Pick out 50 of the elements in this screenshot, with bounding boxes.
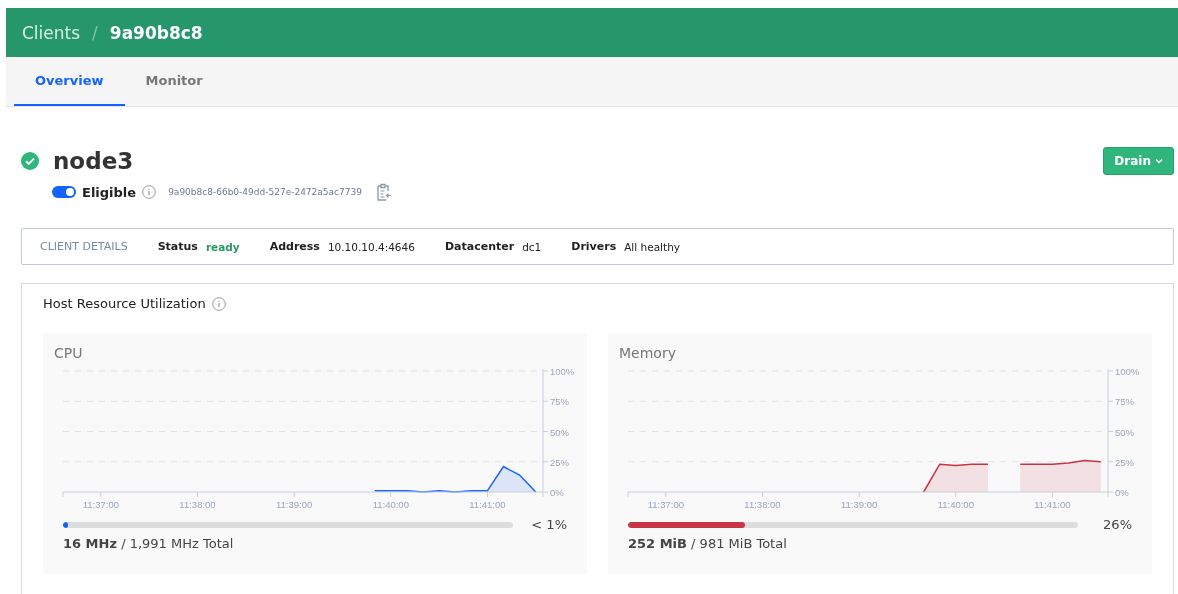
x-tick-label: 11:41:00 [1034,499,1071,510]
usage-percent: 26% [1103,517,1132,532]
breadcrumb-link[interactable]: 9a90b8c8 [109,22,203,43]
x-tick-label: 11:38:00 [179,499,216,510]
detail-label: Drivers [571,240,617,253]
detail-value: ready [205,240,240,253]
x-tick-label: 11:38:00 [744,499,781,510]
usage-percent: < 1% [531,517,567,532]
detail-label: Datacenter [444,240,515,253]
x-tick-label: 11:40:00 [372,499,409,510]
panel-title: CPU [53,344,84,361]
y-tick-label: 75% [550,396,569,408]
breadcrumb-separator: / [92,22,98,43]
eligibility-toggle[interactable] [52,186,76,198]
node-id: 9a90b8c8-66b0-49dd-527e-2472a5ac7739 [168,187,362,197]
caret-icon [1155,158,1163,164]
detail-label: Status [157,240,198,253]
panel-title: Memory [618,344,677,361]
clipboard-icon[interactable] [375,183,392,201]
x-tick-label: 11:39:00 [276,499,313,510]
detail-value: dc1 [522,240,542,253]
y-tick-label: 25% [550,456,569,468]
y-tick-label: 100% [550,366,575,377]
y-tick-label: 75% [1115,396,1134,408]
node-title: node3 [53,148,134,174]
y-tick-label: 100% [1115,366,1140,377]
x-tick-label: 11:40:00 [937,499,974,510]
x-tick-label: 11:37:00 [647,499,684,510]
info-icon[interactable] [142,185,157,199]
card-title: Host Resource Utilization [43,296,206,311]
x-tick-label: 11:37:00 [82,499,119,510]
breadcrumb-link[interactable]: Clients [22,22,81,43]
y-tick-label: 0% [550,487,564,498]
detail-label: Address [269,240,320,253]
usage-text: 252 MiB / 981 MiB Total [628,536,788,551]
usage-text: 16 MHz / 1,991 MHz Total [63,536,235,551]
section-title: CLIENT DETAILS [40,240,128,253]
y-tick-label: 50% [550,426,569,438]
detail-value: All healthy [624,240,680,253]
eligibility-label: Eligible [82,184,137,200]
detail-value: 10.10.10.4:4646 [327,240,415,253]
drain-button[interactable]: Drain [1103,147,1174,175]
y-tick-label: 25% [1115,456,1134,468]
y-tick-label: 0% [1115,487,1129,498]
x-tick-label: 11:39:00 [841,499,878,510]
x-tick-label: 11:41:00 [469,499,506,510]
y-tick-label: 50% [1115,426,1134,438]
tab[interactable]: Overview [14,57,125,106]
tab[interactable]: Monitor [124,57,224,106]
info-icon[interactable] [211,296,226,311]
